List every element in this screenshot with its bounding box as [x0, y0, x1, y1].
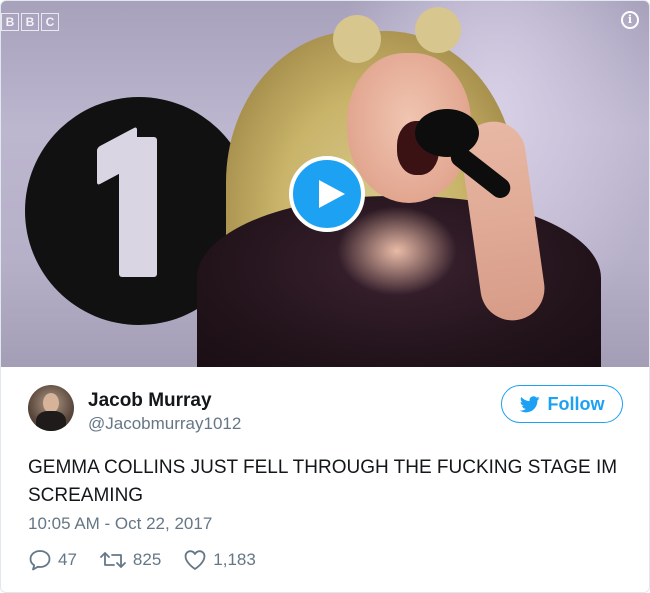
retweet-count: 825 — [132, 550, 162, 569]
tweet-timestamp[interactable]: 10:05 AM - Oct 22, 2017 — [28, 514, 212, 534]
play-button[interactable] — [289, 156, 365, 232]
tweet-actions: 47 825 1,183 — [28, 549, 278, 571]
broadcaster-watermark: B B C — [1, 13, 59, 31]
performer-hair-bun-left — [333, 15, 381, 63]
video-player[interactable]: B B C i — [1, 1, 649, 367]
avatar[interactable] — [28, 385, 74, 431]
author-name[interactable]: Jacob Murray — [88, 390, 212, 412]
reply-icon — [29, 550, 51, 571]
retweet-icon — [100, 552, 126, 568]
twitter-bird-icon — [519, 395, 540, 412]
tweet-text: GEMMA COLLINS JUST FELL THROUGH THE FUCK… — [28, 457, 618, 506]
embedded-tweet-card: B B C i Jacob Murray @Jacobmurray1012 Fo… — [0, 0, 650, 593]
like-count: 1,183 — [213, 550, 256, 569]
broadcaster-letter: B — [21, 13, 39, 31]
retweet-action[interactable]: 825 — [99, 549, 161, 571]
info-icon[interactable]: i — [621, 11, 639, 29]
like-action[interactable]: 1,183 — [183, 549, 256, 571]
follow-button[interactable]: Follow — [501, 385, 623, 423]
heart-icon — [184, 550, 206, 570]
reply-action[interactable]: 47 — [28, 549, 77, 571]
performer-hair-bun-right — [415, 7, 461, 53]
reply-count: 47 — [58, 550, 77, 569]
follow-label: Follow — [547, 393, 605, 414]
broadcaster-letter: C — [41, 13, 59, 31]
play-icon — [319, 180, 345, 208]
author-handle[interactable]: @Jacobmurray1012 — [88, 414, 241, 434]
radio-one-logo-bar — [119, 137, 157, 277]
broadcaster-letter: B — [1, 13, 19, 31]
microphone — [415, 109, 479, 157]
